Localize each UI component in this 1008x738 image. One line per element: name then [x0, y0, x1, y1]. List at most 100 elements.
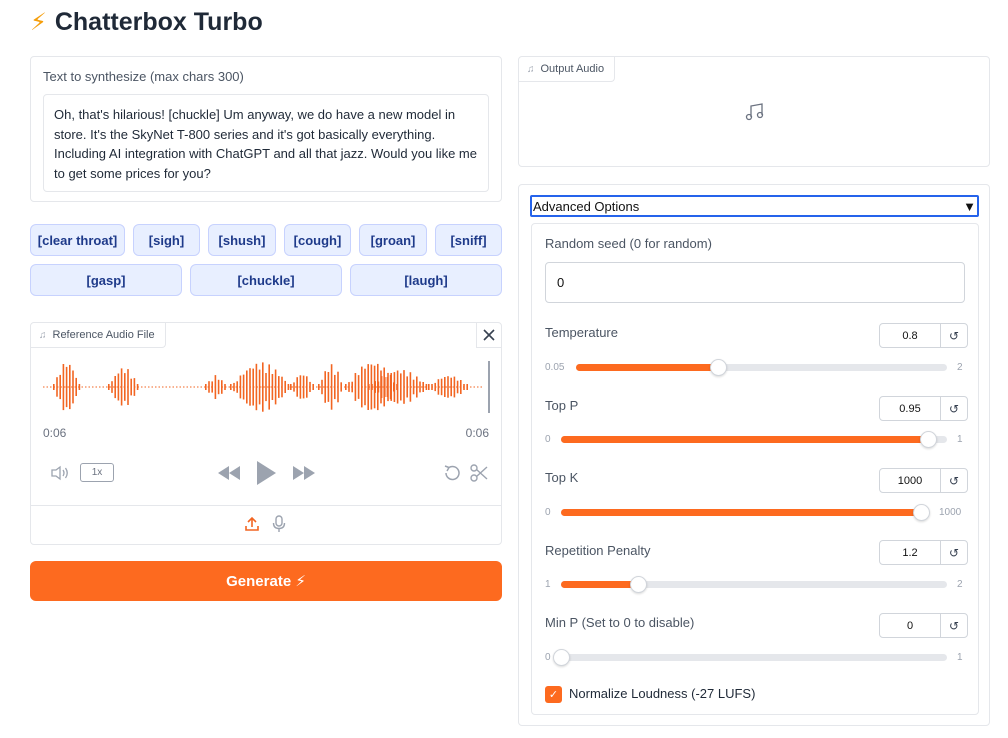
text-input-panel: Text to synthesize (max chars 300) Oh, t…: [30, 56, 502, 202]
top-k-label: Top K: [545, 470, 579, 485]
clear-audio-button[interactable]: [476, 323, 501, 348]
waveform-bar: [246, 370, 248, 404]
waveform-bar: [431, 384, 433, 390]
tag-sniff-button[interactable]: [sniff]: [435, 224, 502, 256]
advanced-options-toggle[interactable]: Advanced Options ▼: [530, 195, 979, 217]
tag-groan-button[interactable]: [groan]: [359, 224, 427, 256]
tag-cough-button[interactable]: [cough]: [284, 224, 351, 256]
waveform-bar: [364, 368, 366, 406]
tag-gasp-button[interactable]: [gasp]: [30, 264, 182, 296]
top-k-reset-button[interactable]: ↺: [940, 469, 967, 492]
waveform-bar: [337, 371, 339, 403]
waveform-cursor: [488, 361, 490, 413]
trim-button[interactable]: [468, 462, 490, 484]
repetition-penalty-reset-button[interactable]: ↺: [940, 541, 967, 564]
waveform-bar: [249, 368, 251, 406]
min-p-slider[interactable]: [553, 649, 947, 666]
temperature-slider[interactable]: [576, 359, 947, 376]
repetition-penalty-slider[interactable]: [561, 576, 947, 593]
waveform-bar: [239, 375, 242, 399]
min-p-slider-thumb[interactable]: [553, 649, 570, 666]
seed-input[interactable]: 0: [545, 262, 965, 303]
waveform-bar: [296, 377, 298, 397]
tag-chuckle-button[interactable]: [chuckle]: [190, 264, 342, 296]
waveform-bar: [120, 368, 123, 406]
top-p-reset-button[interactable]: ↺: [940, 397, 967, 420]
min-p-value[interactable]: 0: [880, 614, 940, 637]
top-p-slider[interactable]: [561, 431, 947, 448]
top-p-value[interactable]: 0.95: [880, 397, 940, 420]
temperature-value[interactable]: 0.8: [880, 324, 940, 347]
min-p-reset-button[interactable]: ↺: [940, 614, 967, 637]
min-p-label: Min P (Set to 0 to disable): [545, 615, 695, 630]
tag-laugh-button[interactable]: [laugh]: [350, 264, 502, 296]
waveform-bar: [271, 374, 274, 400]
temperature-slider-fill: [576, 364, 718, 371]
top-k-value[interactable]: 1000: [880, 469, 940, 492]
waveform-bar: [377, 381, 380, 393]
waveform-bar: [214, 375, 217, 399]
waveform-bar: [255, 363, 258, 411]
top-k-slider-thumb[interactable]: [913, 504, 930, 521]
waveform-bar: [221, 380, 223, 394]
waveform-bar: [230, 384, 232, 390]
repetition-penalty-slider-fill: [561, 581, 638, 588]
waveform-bar: [130, 378, 132, 396]
waveform-bar: [299, 375, 302, 399]
output-audio-panel: ♫ Output Audio: [518, 56, 990, 167]
seed-label: Random seed (0 for random): [545, 236, 712, 251]
repetition-penalty-slider-thumb[interactable]: [630, 576, 647, 593]
waveform-bar: [306, 376, 308, 398]
music-note-icon: [745, 103, 764, 121]
min-p-number: 0 ↺: [879, 613, 968, 638]
rewind-button[interactable]: [216, 462, 242, 484]
generate-button[interactable]: Generate ⚡: [30, 561, 502, 601]
tag-shush-button[interactable]: [shush]: [208, 224, 276, 256]
record-button[interactable]: [271, 514, 287, 534]
repetition-penalty-label: Repetition Penalty: [545, 543, 651, 558]
waveform-bar: [302, 375, 305, 399]
tag-sigh-button[interactable]: [sigh]: [133, 224, 200, 256]
microphone-icon: [272, 515, 286, 532]
top-p-min: 0: [545, 434, 551, 445]
temperature-reset-button[interactable]: ↺: [940, 324, 967, 347]
temperature-label: Temperature: [545, 325, 618, 340]
waveform-bar: [384, 377, 386, 397]
tag-clear-throat-button[interactable]: [clear throat]: [30, 224, 125, 256]
reference-audio-tab: ♫ Reference Audio File: [31, 323, 166, 348]
waveform-bar: [224, 384, 226, 390]
close-icon: [483, 329, 495, 341]
normalize-loudness-checkbox[interactable]: ✓: [545, 686, 562, 703]
waveform-bar: [374, 381, 376, 393]
min-p-min: 0: [545, 652, 551, 663]
waveform-bar: [262, 362, 264, 412]
waveform-bar: [287, 384, 290, 390]
playback-speed-button[interactable]: 1x: [80, 463, 114, 482]
top-p-slider-fill: [561, 436, 928, 443]
repetition-penalty-value[interactable]: 1.2: [880, 541, 940, 564]
waveform-bar: [321, 379, 323, 395]
temperature-slider-thumb[interactable]: [710, 359, 727, 376]
waveform-bar: [403, 370, 405, 404]
waveform-bar: [425, 384, 428, 390]
waveform-bar: [65, 366, 68, 408]
undo-button[interactable]: [441, 462, 463, 484]
play-button[interactable]: [254, 458, 278, 488]
repetition-penalty-min: 1: [545, 579, 551, 590]
top-p-slider-thumb[interactable]: [920, 431, 937, 448]
waveform-bar: [390, 373, 392, 401]
audio-waveform[interactable]: [43, 359, 491, 415]
upload-button[interactable]: [243, 514, 261, 534]
waveform-bar: [211, 381, 213, 393]
scissors-icon: [470, 464, 488, 482]
waveform-bar: [400, 373, 402, 401]
advanced-options-body: Random seed (0 for random) 0 Temperature…: [531, 223, 979, 715]
waveform-bar: [396, 370, 399, 404]
text-input-field[interactable]: Oh, that's hilarious! [chuckle] Um anywa…: [43, 94, 489, 192]
waveform-bar: [348, 382, 350, 392]
waveform-bar: [450, 377, 452, 397]
volume-button[interactable]: [49, 463, 71, 483]
fast-forward-button[interactable]: [291, 462, 317, 484]
waveform-bar: [309, 381, 311, 392]
top-k-slider[interactable]: [561, 504, 930, 521]
